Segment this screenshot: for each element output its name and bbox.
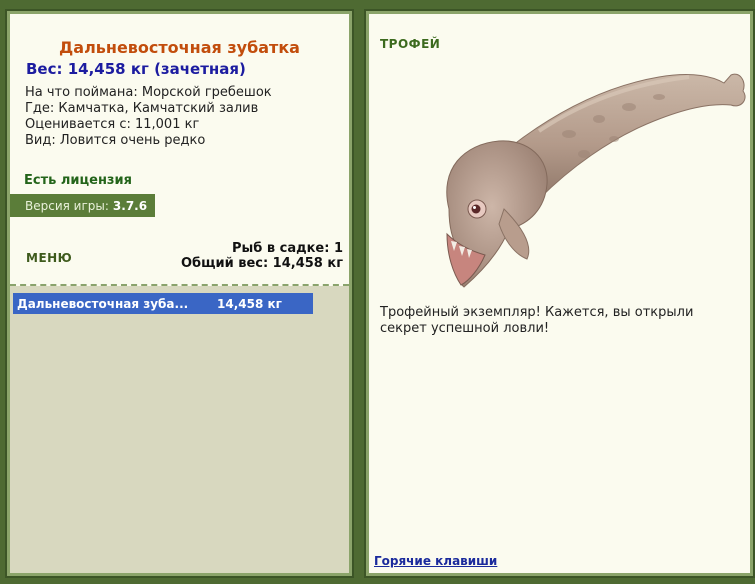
keepnet-stats: Рыб в садке: 1 Общий вес: 14,458 кг bbox=[181, 241, 343, 271]
catch-item-name: Дальневосточная зуба... bbox=[17, 296, 189, 311]
game-version-bar: Версия игры: 3.7.6 bbox=[10, 194, 155, 217]
wolffish-image bbox=[446, 73, 746, 288]
menu-button[interactable]: МЕНЮ bbox=[26, 251, 72, 265]
fish-rarity: Вид: Ловится очень редко bbox=[25, 133, 206, 148]
trophy-panel: ТРОФЕЙ Трофейный экземпляр! Кажется, вы … bbox=[364, 9, 755, 578]
version-label: Версия игры: bbox=[25, 198, 109, 213]
trophy-message: Трофейный экземпляр! Кажется, вы открыли… bbox=[380, 305, 694, 336]
fish-weight: Вес: 14,458 кг (зачетная) bbox=[26, 60, 246, 78]
hotkeys-link[interactable]: Горячие клавиши bbox=[374, 554, 497, 568]
license-status: Есть лицензия bbox=[24, 173, 132, 188]
version-value: 3.7.6 bbox=[112, 198, 148, 213]
total-weight: Общий вес: 14,458 кг bbox=[180, 256, 343, 271]
fish-place: Где: Камчатка, Камчатский залив bbox=[25, 101, 259, 116]
trophy-label: ТРОФЕЙ bbox=[380, 37, 441, 51]
fish-bait: На что поймана: Морской гребешок bbox=[25, 85, 272, 100]
catch-list-item[interactable]: Дальневосточная зуба... 14,458 кг bbox=[13, 293, 313, 314]
fish-price: Оценивается с: 11,001 кг bbox=[25, 117, 200, 132]
catch-item-weight: 14,458 кг bbox=[217, 296, 282, 311]
fish-count: Рыб в садке: 1 bbox=[231, 241, 343, 256]
catch-list: Дальневосточная зуба... 14,458 кг bbox=[10, 286, 349, 573]
fish-info-panel: Дальневосточная зубатка Вес: 14,458 кг (… bbox=[5, 9, 354, 578]
fish-title: Дальневосточная зубатка bbox=[59, 38, 300, 57]
